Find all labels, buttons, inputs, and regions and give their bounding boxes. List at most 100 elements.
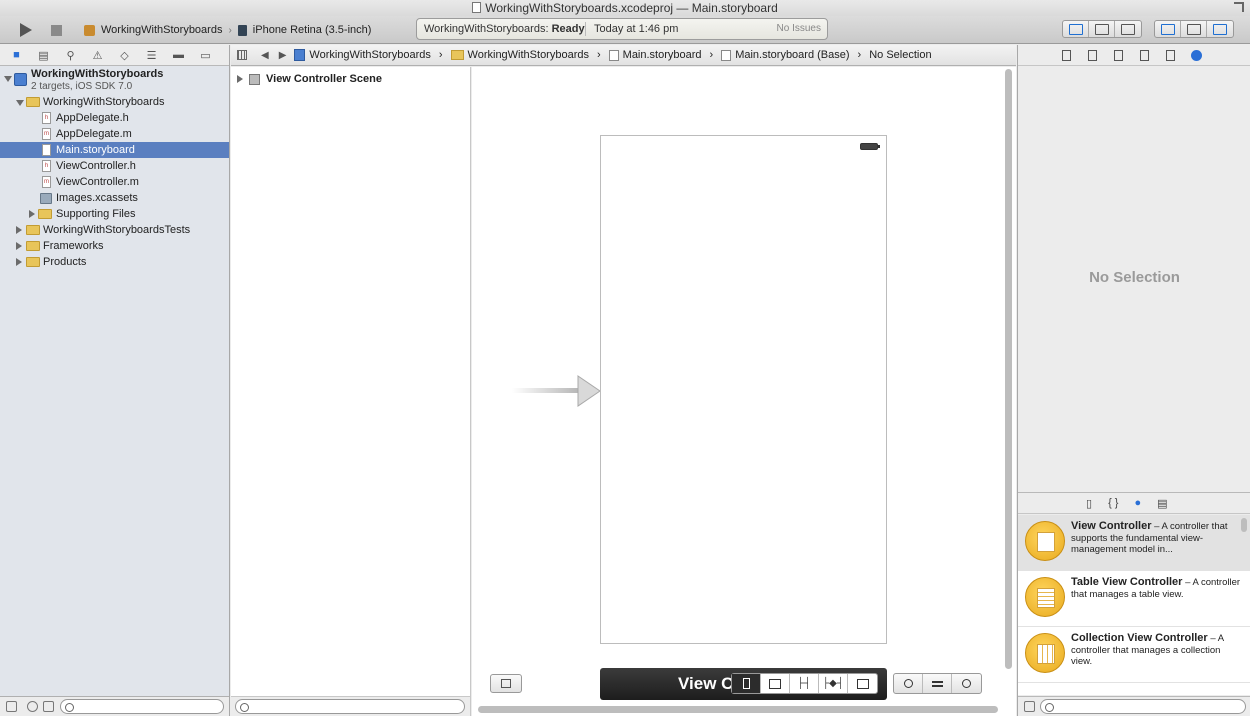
list-item[interactable]: Collection View Controller – A controlle…: [1018, 627, 1250, 683]
toggle-debug-area-button[interactable]: [1181, 21, 1207, 37]
connections-inspector-tab[interactable]: [1190, 49, 1202, 61]
find-navigator-tab[interactable]: ⚲: [64, 49, 77, 62]
back-arrow-icon[interactable]: ◀: [261, 50, 269, 61]
disclosure-open-icon[interactable]: [4, 76, 12, 82]
zoom-actual-size-button[interactable]: [923, 674, 952, 693]
breadcrumb-file[interactable]: Main.storyboard: [608, 49, 702, 61]
project-root-row[interactable]: WorkingWithStoryboards 2 targets, iOS SD…: [0, 68, 229, 94]
initial-view-controller-arrow-icon[interactable]: [512, 374, 602, 408]
identity-inspector-tab[interactable]: [1112, 49, 1124, 61]
zoom-out-button[interactable]: [894, 674, 923, 693]
utilities-area: No Selection ▯ { } ● ▤ View Controller –…: [1017, 45, 1250, 716]
media-library-tab[interactable]: ▤: [1157, 497, 1167, 510]
issue-navigator-tab[interactable]: ⚠: [91, 49, 104, 62]
log-navigator-tab[interactable]: ▭: [199, 49, 212, 62]
breakpoint-navigator-tab[interactable]: ▬: [172, 49, 185, 61]
tree-row-file[interactable]: m AppDelegate.m: [0, 126, 229, 142]
destination-name[interactable]: iPhone Retina (3.5-inch): [253, 24, 372, 36]
file-inspector-tab[interactable]: [1060, 49, 1072, 61]
simulated-metrics-button[interactable]: [732, 674, 761, 693]
symbol-navigator-tab[interactable]: ▤: [37, 49, 50, 62]
attributes-inspector-tab[interactable]: [1138, 49, 1150, 61]
disclosure-closed-icon[interactable]: [16, 226, 22, 234]
quick-help-tab[interactable]: [1086, 49, 1098, 61]
debug-navigator-tab[interactable]: ☰: [145, 49, 158, 62]
collection-view-controller-icon: [1025, 633, 1065, 673]
fullscreen-icon[interactable]: [1234, 2, 1244, 12]
project-document-icon: [472, 2, 482, 13]
source-control-filter-icon[interactable]: [43, 701, 54, 712]
test-navigator-tab[interactable]: ◇: [118, 49, 131, 62]
library-scrollbar[interactable]: [1241, 518, 1247, 532]
project-icon: [294, 49, 306, 61]
breadcrumb-selection[interactable]: No Selection: [869, 49, 931, 61]
tree-row-file[interactable]: h ViewController.h: [0, 158, 229, 174]
breadcrumb-group[interactable]: WorkingWithStoryboards: [450, 49, 589, 61]
canvas-horizontal-scrollbar[interactable]: [478, 706, 998, 713]
forward-arrow-icon[interactable]: ▶: [279, 50, 287, 61]
code-snippet-library-tab[interactable]: { }: [1108, 497, 1118, 509]
version-editor-button[interactable]: [1115, 21, 1141, 37]
storyboard-canvas[interactable]: View C ├┤ ├◆┤: [472, 67, 1016, 716]
tree-row-group[interactable]: Supporting Files: [0, 206, 229, 222]
resolve-issues-button[interactable]: ├◆┤: [819, 674, 848, 693]
view-toggle-segment: [1154, 20, 1234, 38]
disclosure-closed-icon[interactable]: [29, 210, 35, 218]
document-outline: View Controller Scene: [231, 67, 471, 716]
scheme-name[interactable]: WorkingWithStoryboards: [101, 24, 222, 36]
navigator-filter-input[interactable]: [60, 699, 224, 714]
issues-indicator[interactable]: No Issues: [777, 19, 821, 39]
pin-button[interactable]: ├┤: [790, 674, 819, 693]
canvas-vertical-scrollbar[interactable]: [1005, 69, 1012, 669]
object-library-tab[interactable]: ●: [1134, 497, 1141, 509]
outline-filter-input[interactable]: [235, 699, 465, 714]
stop-icon: [50, 24, 62, 36]
tree-row-file-selected[interactable]: Main.storyboard: [0, 142, 229, 158]
tree-row-group[interactable]: WorkingWithStoryboards: [0, 94, 229, 110]
breadcrumb-localization[interactable]: Main.storyboard (Base): [721, 49, 850, 61]
related-items-icon[interactable]: [237, 50, 247, 60]
recent-files-icon[interactable]: [27, 701, 38, 712]
tree-row-file[interactable]: m ViewController.m: [0, 174, 229, 190]
disclosure-closed-icon[interactable]: [16, 258, 22, 266]
folder-icon: [26, 225, 40, 235]
autolayout-controls: ├┤ ├◆┤: [731, 673, 878, 694]
tree-row-group[interactable]: WorkingWithStoryboardsTests: [0, 222, 229, 238]
library-filter-bar: [1018, 696, 1250, 716]
tree-row-group[interactable]: Frameworks: [0, 238, 229, 254]
run-button[interactable]: [16, 22, 36, 38]
disclosure-open-icon[interactable]: [16, 100, 24, 106]
inspector-empty-label: No Selection: [1089, 269, 1180, 286]
zoom-in-button[interactable]: [952, 674, 981, 693]
size-inspector-tab[interactable]: [1164, 49, 1176, 61]
align-button[interactable]: [761, 674, 790, 693]
resolve-icon: ├◆┤: [822, 678, 844, 689]
toggle-utilities-button[interactable]: [1207, 21, 1233, 37]
tree-row-file[interactable]: h AppDelegate.h: [0, 110, 229, 126]
outline-scene-row[interactable]: View Controller Scene: [237, 71, 382, 87]
file-template-library-tab[interactable]: ▯: [1086, 497, 1092, 510]
disclosure-closed-icon[interactable]: [237, 75, 243, 83]
toggle-outline-button[interactable]: [490, 674, 522, 693]
assistant-editor-button[interactable]: [1089, 21, 1115, 37]
disclosure-closed-icon[interactable]: [16, 242, 22, 250]
breadcrumb-project[interactable]: WorkingWithStoryboards: [294, 49, 431, 61]
header-file-icon: h: [42, 160, 51, 172]
standard-editor-button[interactable]: [1063, 21, 1089, 37]
library-view-mode-icon[interactable]: [1024, 701, 1035, 712]
list-item[interactable]: View Controller – A controller that supp…: [1018, 515, 1250, 571]
implementation-file-icon: m: [42, 176, 51, 188]
library-filter-input[interactable]: [1040, 699, 1246, 714]
view-controller-scene[interactable]: [600, 135, 887, 644]
list-item[interactable]: Table View Controller – A controller tha…: [1018, 571, 1250, 627]
chevron-right-icon: ›: [228, 24, 232, 36]
resizing-behavior-button[interactable]: [848, 674, 877, 693]
breadcrumb-chevron: ›: [857, 49, 862, 61]
add-file-button[interactable]: [6, 701, 17, 712]
scheme-selector[interactable]: WorkingWithStoryboards › iPhone Retina (…: [84, 21, 371, 39]
project-navigator-tab[interactable]: ■: [10, 49, 23, 61]
tree-row-file[interactable]: Images.xcassets: [0, 190, 229, 206]
toggle-navigator-button[interactable]: [1155, 21, 1181, 37]
stop-button[interactable]: [47, 22, 65, 38]
tree-row-group[interactable]: Products: [0, 254, 229, 270]
